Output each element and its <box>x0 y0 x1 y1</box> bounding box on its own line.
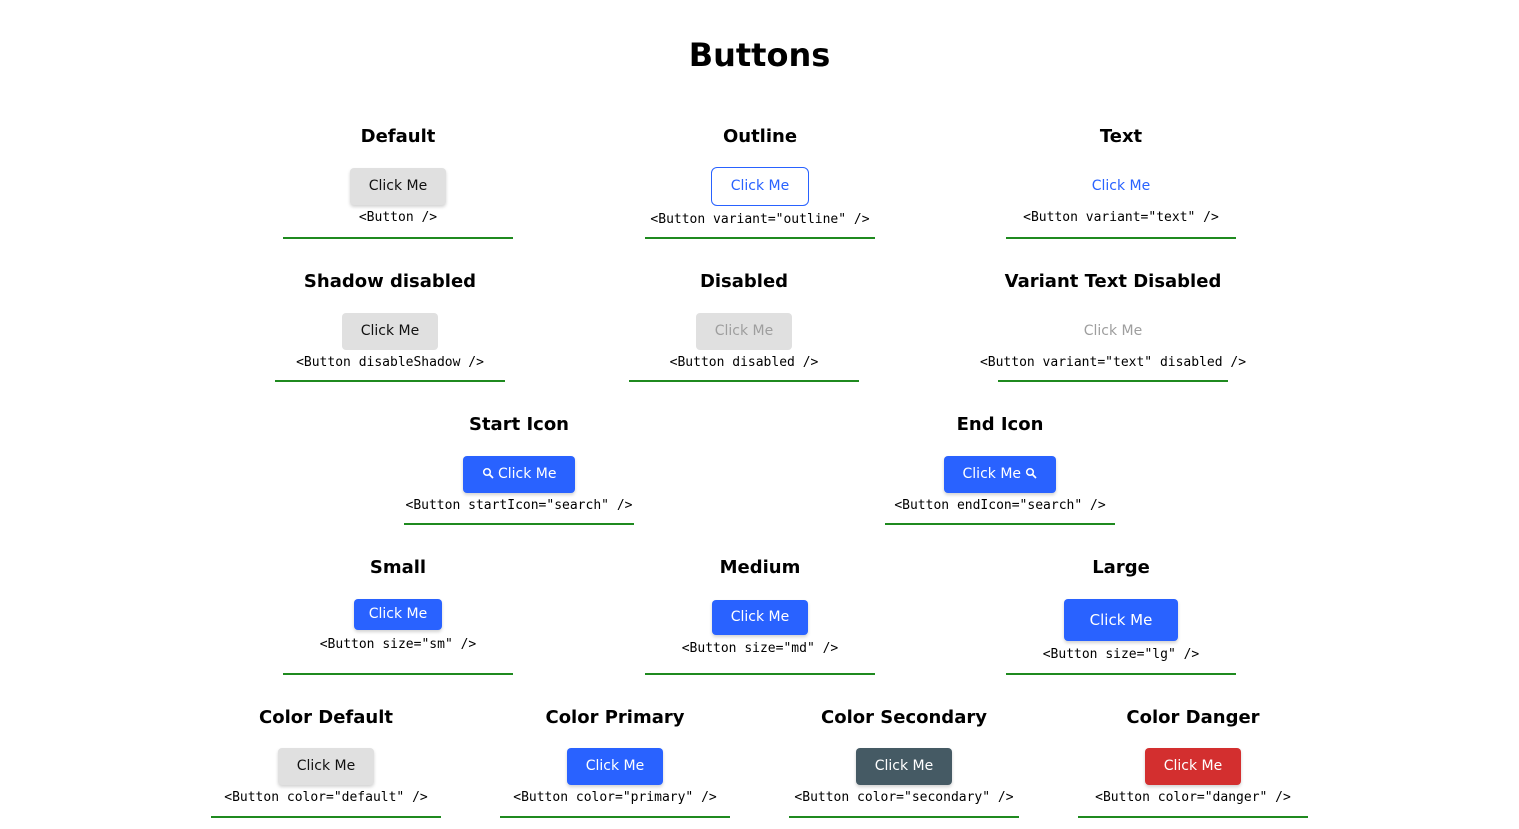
outline-button[interactable]: Click Me <box>710 167 810 206</box>
card-title: Start Icon <box>468 414 569 435</box>
code-snippet: <Button size="lg" /> <box>1042 647 1200 662</box>
shadow-disabled-button[interactable]: Click Me <box>341 313 439 350</box>
text-disabled-button: Click Me <box>1080 313 1147 350</box>
page-title: Buttons <box>688 36 831 74</box>
color-danger-button[interactable]: Click Me <box>1144 748 1242 785</box>
divider <box>283 237 513 239</box>
divider <box>1006 237 1236 239</box>
card-title: Color Danger <box>1126 707 1260 728</box>
code-snippet: <Button disabled /> <box>669 355 819 370</box>
divider <box>998 380 1228 382</box>
card-start-icon: Start Icon Click Me <Button startIcon="s… <box>404 412 634 532</box>
card-color-danger: Color Danger Click Me <Button color="dan… <box>1078 705 1308 825</box>
text-button[interactable]: Click Me <box>1088 168 1155 205</box>
divider <box>645 673 875 675</box>
button-label: Click Me <box>962 466 1022 482</box>
card-end-icon: End Icon Click Me <Button endIcon="searc… <box>885 412 1115 532</box>
color-default-button[interactable]: Click Me <box>277 748 375 785</box>
card-shadow-disabled: Shadow disabled Click Me <Button disable… <box>275 269 505 389</box>
divider <box>645 237 875 239</box>
search-icon <box>482 456 494 493</box>
divider <box>275 380 505 382</box>
card-medium: Medium Click Me <Button size="md" /> <box>645 555 875 675</box>
code-snippet: <Button endIcon="search" /> <box>894 498 1106 513</box>
row-icons: Start Icon Click Me <Button startIcon="s… <box>0 412 1519 532</box>
row-variants: Default Click Me <Button /> Outline Clic… <box>0 124 1519 244</box>
card-default: Default Click Me <Button /> <box>283 124 513 244</box>
start-icon-button[interactable]: Click Me <box>462 456 576 493</box>
large-button[interactable]: Click Me <box>1063 599 1179 641</box>
card-title: Disabled <box>699 271 789 292</box>
card-outline: Outline Click Me <Button variant="outlin… <box>645 124 875 244</box>
card-title: End Icon <box>956 414 1044 435</box>
card-large: Large Click Me <Button size="lg" /> <box>1006 555 1236 675</box>
card-title: Text <box>1099 126 1143 147</box>
code-snippet: <Button variant="text" /> <box>1023 210 1219 225</box>
medium-button[interactable]: Click Me <box>711 600 809 635</box>
card-small: Small Click Me <Button size="sm" /> <box>283 555 513 675</box>
row-sizes: Small Click Me <Button size="sm" /> Medi… <box>0 555 1519 675</box>
end-icon-button[interactable]: Click Me <box>943 456 1057 493</box>
default-button[interactable]: Click Me <box>349 168 447 205</box>
divider <box>629 380 859 382</box>
divider <box>500 816 730 818</box>
divider <box>789 816 1019 818</box>
card-title: Variant Text Disabled <box>1004 271 1222 292</box>
row-colors: Color Default Click Me <Button color="de… <box>0 705 1519 825</box>
divider <box>1078 816 1308 818</box>
divider <box>885 523 1115 525</box>
small-button[interactable]: Click Me <box>353 599 443 630</box>
card-text: Text Click Me <Button variant="text" /> <box>1006 124 1236 244</box>
color-primary-button[interactable]: Click Me <box>566 748 664 785</box>
row-disabled-states: Shadow disabled Click Me <Button disable… <box>0 269 1519 389</box>
divider <box>404 523 634 525</box>
divider <box>1006 673 1236 675</box>
divider <box>283 673 513 675</box>
code-snippet: <Button startIcon="search" /> <box>405 498 633 513</box>
search-icon <box>1025 456 1038 493</box>
divider <box>211 816 441 818</box>
card-disabled: Disabled Click Me <Button disabled /> <box>629 269 859 389</box>
card-title: Large <box>1092 557 1150 578</box>
code-snippet: <Button variant="text" disabled /> <box>979 355 1247 370</box>
card-variant-text-disabled: Variant Text Disabled Click Me <Button v… <box>980 269 1246 389</box>
code-snippet: <Button color="danger" /> <box>1095 790 1291 805</box>
color-secondary-button[interactable]: Click Me <box>855 748 953 785</box>
disabled-button: Click Me <box>695 313 793 350</box>
button-label: Click Me <box>497 466 557 482</box>
